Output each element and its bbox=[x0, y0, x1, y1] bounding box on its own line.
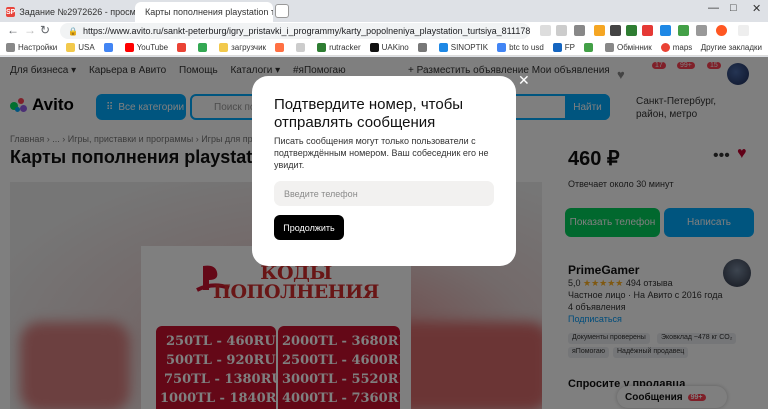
close-icon[interactable]: ✕ bbox=[518, 72, 530, 89]
bookmark-item[interactable]: FP bbox=[552, 43, 576, 52]
drive-icon bbox=[198, 43, 208, 52]
gmail-icon bbox=[177, 43, 187, 52]
extension-icon[interactable] bbox=[660, 25, 671, 36]
settings-icon bbox=[6, 43, 15, 52]
bookmark-label: FP bbox=[564, 43, 576, 52]
bookmark-icon bbox=[417, 43, 427, 52]
maps-icon bbox=[660, 43, 670, 52]
bookmark-label: USA bbox=[78, 43, 95, 52]
sp-favicon-icon: SP bbox=[6, 7, 16, 17]
rutracker-icon bbox=[317, 43, 327, 52]
maximize-icon[interactable]: □ bbox=[730, 2, 737, 14]
sinoptik-icon bbox=[438, 43, 448, 52]
browser-toolbar: ← → ↻ 🔒 https://www.avito.ru/sankt-peter… bbox=[0, 22, 768, 40]
modal-title: Подтвердите номер, чтобы отправлять сооб… bbox=[274, 96, 464, 131]
folder-icon bbox=[219, 43, 229, 52]
bookmark-label: Настройки bbox=[18, 43, 58, 52]
minimize-icon[interactable]: — bbox=[708, 2, 719, 14]
bookmark-item[interactable]: rutracker bbox=[317, 43, 361, 52]
extension-icon[interactable] bbox=[642, 25, 653, 36]
star-icon[interactable] bbox=[574, 25, 585, 36]
bookmark-item[interactable]: maps bbox=[660, 43, 693, 52]
bookmark-label: SINOPTIK bbox=[450, 43, 489, 52]
bookmark-item[interactable]: btc to usd bbox=[497, 43, 544, 52]
extension-icon[interactable] bbox=[594, 25, 605, 36]
menu-icon[interactable] bbox=[738, 25, 749, 36]
address-bar[interactable]: 🔒 https://www.avito.ru/sankt-peterburg/i… bbox=[60, 23, 530, 39]
bookmark-item[interactable] bbox=[103, 43, 116, 52]
bookmark-item[interactable]: UAKino bbox=[369, 43, 409, 52]
search-icon[interactable] bbox=[540, 25, 551, 36]
google-icon bbox=[103, 43, 113, 52]
bookmark-item[interactable] bbox=[296, 43, 308, 52]
profile-icon[interactable] bbox=[716, 25, 727, 36]
extension-icon[interactable] bbox=[610, 25, 621, 36]
bookmark-item[interactable] bbox=[177, 43, 189, 52]
bookmark-label: Обмінник bbox=[617, 43, 652, 52]
lock-icon: 🔒 bbox=[68, 26, 78, 36]
bookmark-item[interactable]: SINOPTIK bbox=[438, 43, 489, 52]
bookmark-item[interactable]: Обмінник bbox=[605, 43, 652, 52]
folder-icon bbox=[66, 43, 76, 52]
share-icon[interactable] bbox=[556, 25, 567, 36]
bookmark-label: YouTube bbox=[136, 43, 169, 52]
bookmarks-bar: Настройки USA YouTube загрузчик rutracke… bbox=[0, 40, 768, 56]
other-bookmarks[interactable]: Другие закладки bbox=[701, 43, 762, 52]
bookmark-item[interactable]: загрузчик bbox=[219, 43, 266, 52]
google-icon bbox=[497, 43, 507, 52]
bookmark-label: rutracker bbox=[329, 43, 361, 52]
bookmark-item[interactable]: YouTube bbox=[124, 43, 169, 52]
forward-arrow-icon[interactable]: → bbox=[24, 23, 36, 37]
bookmark-item[interactable]: Настройки bbox=[6, 43, 57, 52]
url-text: https://www.avito.ru/sankt-peterburg/igr… bbox=[82, 26, 530, 36]
back-arrow-icon[interactable]: ← bbox=[7, 23, 19, 37]
phone-input[interactable] bbox=[274, 181, 494, 206]
modal-description: Писать сообщения могут только пользовате… bbox=[274, 136, 489, 170]
bookmark-label: btc to usd bbox=[509, 43, 544, 52]
uakino-icon bbox=[369, 43, 379, 52]
fp-icon bbox=[552, 43, 562, 52]
tab-label: Карты пополнения playstation ту bbox=[145, 7, 273, 17]
bookmark-label: UAKino bbox=[381, 43, 409, 52]
bookmark-icon bbox=[296, 43, 306, 52]
bookmark-icon bbox=[584, 43, 594, 52]
browser-tab-active[interactable]: Карты пополнения playstation ту ✕ bbox=[135, 2, 273, 22]
extension-icon[interactable] bbox=[678, 25, 689, 36]
reload-icon[interactable]: ↻ bbox=[40, 23, 50, 37]
bookmark-item[interactable] bbox=[417, 43, 430, 52]
bookmark-item[interactable] bbox=[275, 43, 287, 52]
bookmark-item[interactable] bbox=[198, 43, 210, 52]
browser-tab-bar: SP Задание №2972626 - просмотр з ✕ Карты… bbox=[0, 0, 768, 22]
bookmark-icon bbox=[275, 43, 285, 52]
extension-icon[interactable] bbox=[626, 25, 637, 36]
tab-label: Задание №2972626 - просмотр з bbox=[19, 7, 135, 17]
browser-tab-inactive[interactable]: SP Задание №2972626 - просмотр з ✕ bbox=[0, 2, 135, 22]
new-tab-button[interactable] bbox=[275, 4, 289, 18]
youtube-icon bbox=[124, 43, 134, 52]
phone-verification-modal: Подтвердите номер, чтобы отправлять сооб… bbox=[252, 76, 516, 266]
continue-button[interactable]: Продолжить bbox=[274, 215, 344, 240]
puzzle-icon[interactable] bbox=[696, 25, 707, 36]
star-icon bbox=[605, 43, 615, 52]
bookmark-label: maps bbox=[672, 43, 693, 52]
window-close-icon[interactable]: ✕ bbox=[752, 2, 761, 15]
bookmark-item[interactable]: USA bbox=[66, 43, 95, 52]
bookmark-item[interactable] bbox=[584, 43, 596, 52]
bookmark-label: загрузчик bbox=[231, 43, 267, 52]
